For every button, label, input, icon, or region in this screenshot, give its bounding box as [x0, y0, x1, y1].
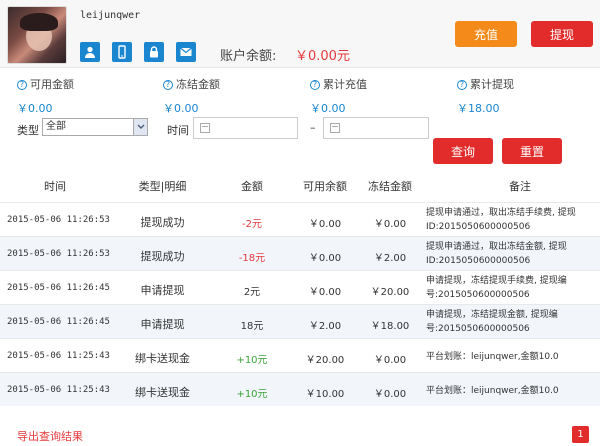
- row-note: 平台划账：leijunqwer,金额10.0: [426, 352, 559, 362]
- user-icon[interactable]: [80, 42, 100, 62]
- table-header: 时间 类型|明细 金额 可用余额 冻结金额 备注: [0, 170, 600, 198]
- row-note: 申请提现，冻结提现手续费, 提现编号:2015050600000506: [426, 276, 567, 300]
- pagination-page-1[interactable]: 1: [572, 426, 589, 443]
- balance-value: ￥0.00元: [295, 49, 350, 64]
- row-type: 绑卡送现金: [135, 386, 190, 399]
- start-date-input[interactable]: [193, 117, 298, 139]
- table-row: 2015-05-06 11:25:43 绑卡送现金 +10元 ￥20.00 ￥0…: [0, 338, 600, 372]
- row-amount: 2元: [243, 287, 261, 298]
- lock-icon[interactable]: [144, 42, 164, 62]
- column-header-note: 备注: [509, 180, 531, 193]
- row-time: 2015-05-06 11:25:43: [7, 385, 110, 395]
- column-header-amount: 金额: [241, 180, 263, 193]
- row-available: ￥0.00: [308, 219, 342, 230]
- table-row: 2015-05-06 11:26:53 提现成功 -18元 ￥0.00 ￥2.0…: [0, 236, 600, 270]
- column-header-time: 时间: [44, 180, 66, 193]
- stat-total-withdraw-value: ￥18.00: [457, 102, 500, 115]
- row-available: ￥0.00: [308, 253, 342, 264]
- row-amount: 18元: [240, 321, 264, 332]
- stat-total-withdraw: ? 累计提现: [457, 76, 514, 92]
- row-amount: +10元: [236, 389, 268, 400]
- row-frozen: ￥2.00: [373, 253, 407, 264]
- row-available: ￥20.00: [305, 355, 345, 366]
- row-type: 提现成功: [140, 250, 185, 263]
- column-header-frozen: 冻结金额: [368, 180, 412, 193]
- username: leijunqwer: [80, 10, 141, 21]
- row-time: 2015-05-06 11:26:53: [7, 215, 110, 225]
- row-type: 提现成功: [140, 216, 185, 229]
- help-icon[interactable]: ?: [163, 80, 173, 90]
- row-available: ￥0.00: [308, 287, 342, 298]
- stat-available-value: ￥0.00: [17, 102, 53, 115]
- column-header-type: 类型|明细: [138, 180, 187, 193]
- type-filter-label: 类型: [17, 124, 39, 137]
- avatar[interactable]: [7, 6, 67, 64]
- recharge-button[interactable]: 充值: [455, 21, 517, 47]
- account-header: leijunqwer 账户余额: ￥0.00元 充值 提现: [0, 0, 600, 68]
- stat-frozen: ? 冻结金额: [163, 76, 220, 92]
- help-icon[interactable]: ?: [310, 80, 320, 90]
- row-type: 申请提现: [140, 318, 185, 331]
- row-time: 2015-05-06 11:26:45: [7, 283, 110, 293]
- row-note: 提现申请通过，取出冻结金额, 提现ID:2015050600000506: [426, 242, 567, 266]
- stat-available: ? 可用金额: [17, 76, 74, 92]
- table-row: 2015-05-06 11:26:53 提现成功 -2元 ￥0.00 ￥0.00…: [0, 202, 600, 236]
- row-time: 2015-05-06 11:26:53: [7, 249, 110, 259]
- table-row: 2015-05-06 11:26:45 申请提现 18元 ￥2.00 ￥18.0…: [0, 304, 600, 338]
- row-frozen: ￥20.00: [370, 287, 410, 298]
- withdraw-button[interactable]: 提现: [531, 21, 593, 47]
- row-amount: -2元: [242, 219, 262, 230]
- stat-frozen-value: ￥0.00: [163, 102, 199, 115]
- row-type: 申请提现: [140, 284, 185, 297]
- export-results-link[interactable]: 导出查询结果: [17, 428, 83, 444]
- table-row: 2015-05-06 11:26:45 申请提现 2元 ￥0.00 ￥20.00…: [0, 270, 600, 304]
- date-range-dash: –: [310, 121, 316, 134]
- row-time: 2015-05-06 11:26:45: [7, 317, 110, 327]
- row-frozen: ￥0.00: [373, 355, 407, 366]
- reset-button[interactable]: 重置: [502, 138, 562, 164]
- row-note: 申请提现，冻结提现金额, 提现编号:2015050600000506: [426, 310, 558, 334]
- phone-icon[interactable]: [112, 42, 132, 62]
- column-header-available: 可用余额: [303, 180, 347, 193]
- row-type: 绑卡送现金: [135, 352, 190, 365]
- end-date-input[interactable]: [323, 117, 429, 139]
- row-available: ￥2.00: [308, 321, 342, 332]
- row-amount: +10元: [236, 355, 268, 366]
- type-select[interactable]: 全部: [42, 118, 148, 136]
- table-row: 2015-05-06 11:25:43 绑卡送现金 +10元 ￥10.00 ￥0…: [0, 372, 600, 406]
- type-select-value: 全部: [46, 121, 66, 132]
- balance-label: 账户余额:: [220, 49, 277, 64]
- verification-icons: [80, 42, 196, 62]
- row-note: 提现申请通过，取出冻结手续费, 提现ID:2015050600000506: [426, 208, 576, 232]
- row-frozen: ￥0.00: [373, 389, 407, 400]
- row-available: ￥10.00: [305, 389, 345, 400]
- stat-total-recharge: ? 累计充值: [310, 76, 367, 92]
- query-button[interactable]: 查询: [433, 138, 493, 164]
- mail-icon[interactable]: [176, 42, 196, 62]
- help-icon[interactable]: ?: [457, 80, 467, 90]
- row-frozen: ￥0.00: [373, 219, 407, 230]
- chevron-down-icon[interactable]: [133, 119, 147, 135]
- row-amount: -18元: [238, 253, 266, 264]
- row-note: 平台划账：leijunqwer,金额10.0: [426, 386, 559, 396]
- calendar-icon: [200, 123, 210, 133]
- time-filter-label: 时间: [167, 124, 189, 137]
- calendar-icon: [330, 123, 340, 133]
- stat-total-recharge-value: ￥0.00: [310, 102, 346, 115]
- row-frozen: ￥18.00: [370, 321, 410, 332]
- help-icon[interactable]: ?: [17, 80, 27, 90]
- row-time: 2015-05-06 11:25:43: [7, 351, 110, 361]
